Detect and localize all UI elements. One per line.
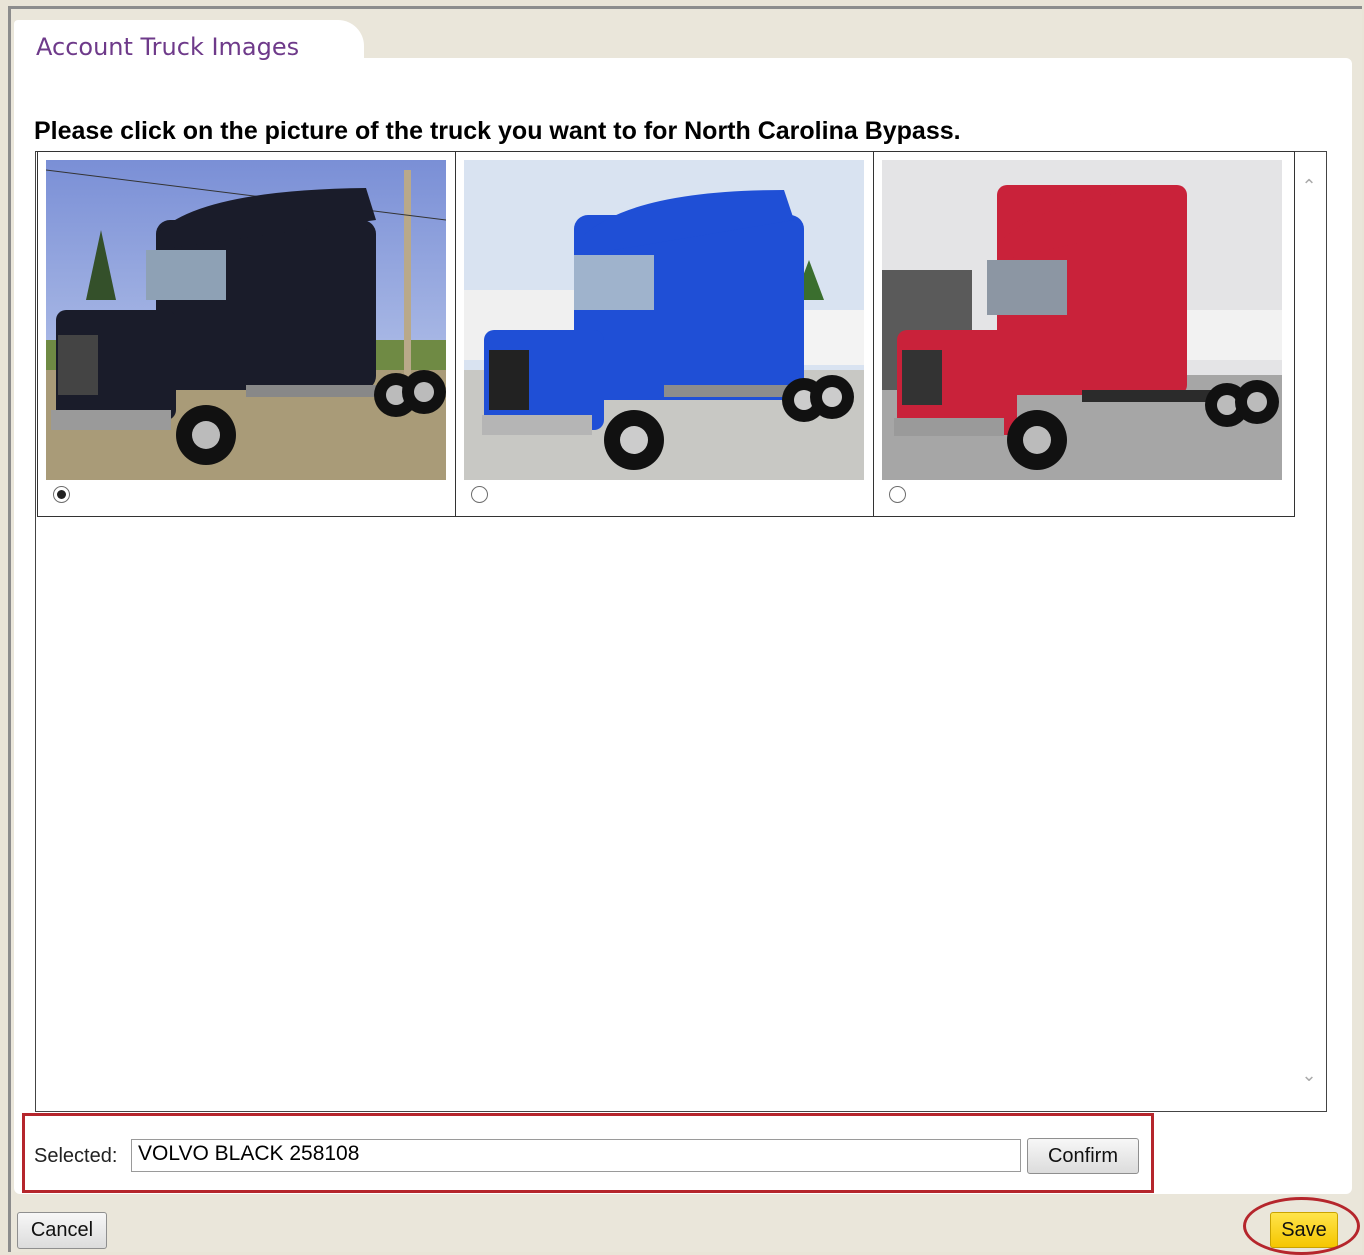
save-highlight [1243, 1197, 1360, 1255]
truck-radio-blue[interactable] [471, 486, 488, 503]
instruction-heading: Please click on the picture of the truck… [34, 117, 961, 145]
truck-option-blue[interactable] [456, 152, 874, 516]
selected-field[interactable]: VOLVO BLACK 258108 [131, 1139, 1021, 1172]
truck-image-grid [37, 151, 1295, 517]
confirm-button[interactable]: Confirm [1027, 1138, 1139, 1174]
scroll-down-icon[interactable]: ⌄ [1300, 1067, 1318, 1085]
scroll-up-icon[interactable]: ⌃ [1300, 178, 1318, 196]
truck-radio-black[interactable] [53, 486, 70, 503]
truck-photo-blue[interactable] [464, 160, 864, 480]
truck-photo-black[interactable] [46, 160, 446, 480]
tab-title: Account Truck Images [36, 33, 300, 61]
truck-option-black[interactable] [38, 152, 456, 516]
truck-image-viewer: ⌃ ⌄ [35, 151, 1327, 1112]
truck-photo-red[interactable] [882, 160, 1282, 480]
selected-label: Selected: [34, 1145, 118, 1167]
truck-option-red[interactable] [874, 152, 1294, 516]
cancel-button[interactable]: Cancel [17, 1212, 107, 1249]
truck-radio-red[interactable] [889, 486, 906, 503]
